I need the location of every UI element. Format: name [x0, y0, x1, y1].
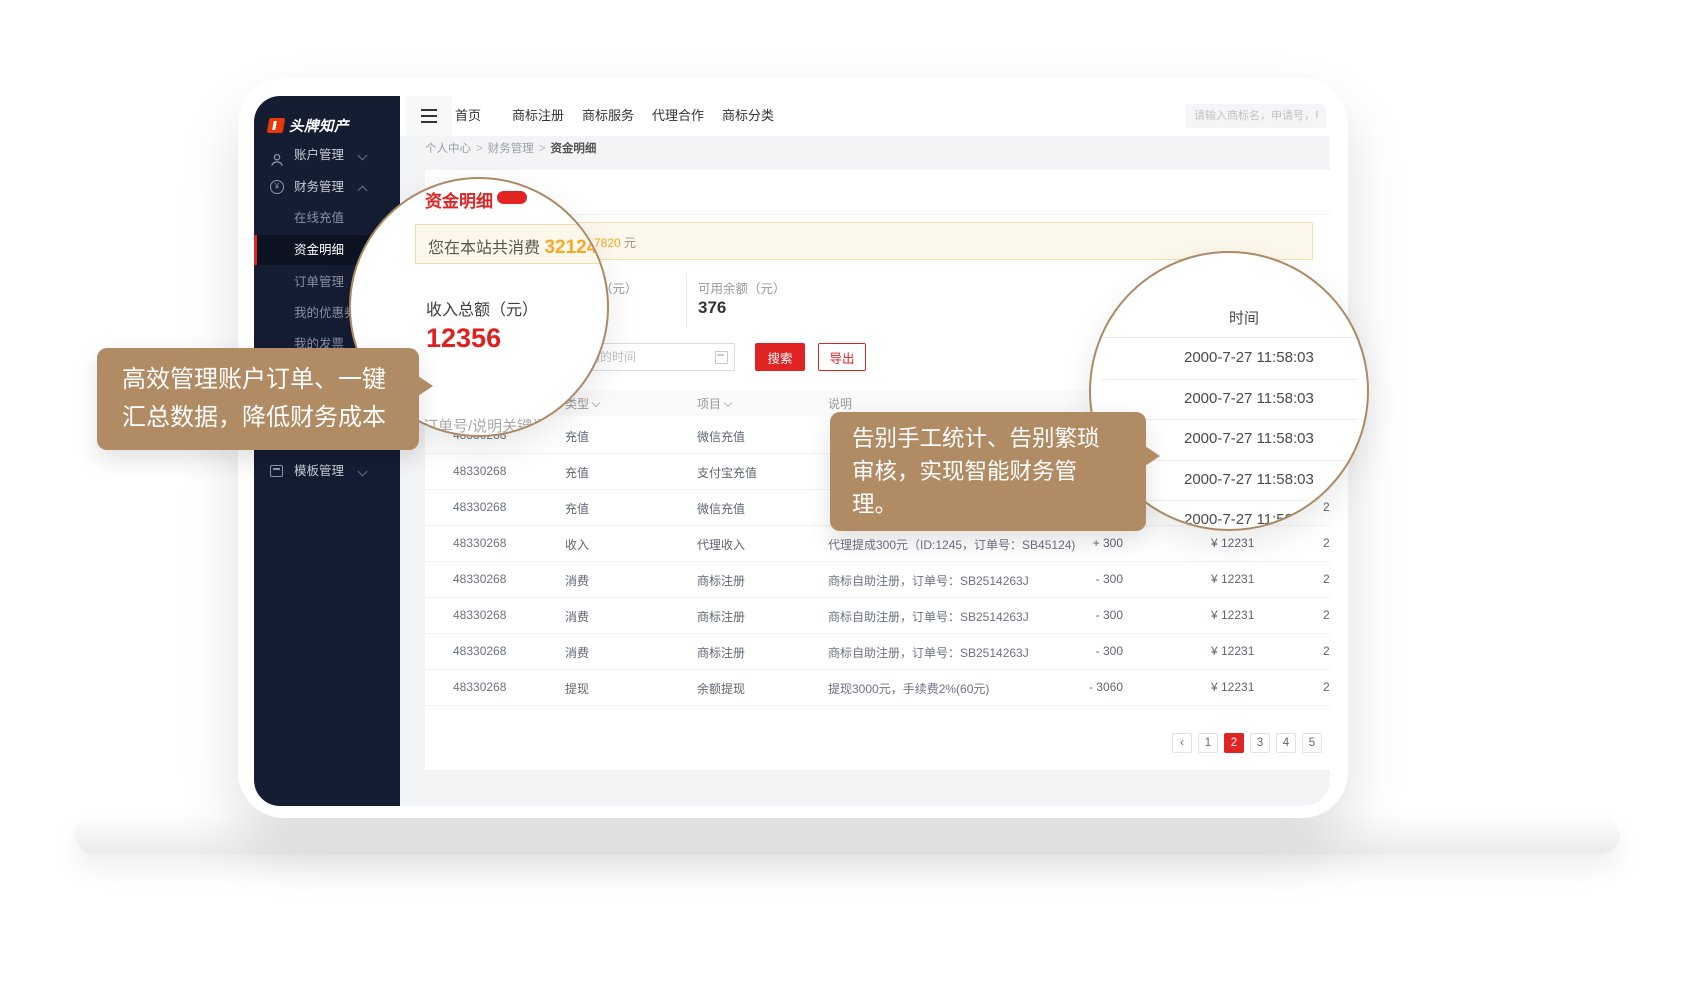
- chevron-down-icon: [358, 151, 368, 161]
- cell-time: 2000-7-27 11:58:03: [1323, 680, 1330, 694]
- breadcrumb-item[interactable]: 个人中心: [425, 143, 471, 155]
- pagination-page-3[interactable]: 3: [1250, 733, 1270, 753]
- nav-trademark-register[interactable]: 商标注册: [512, 96, 564, 136]
- pagination-page-2-active[interactable]: 2: [1224, 733, 1244, 753]
- callout-left: 高效管理账户订单、一键 汇总数据，降低财务成本: [97, 348, 419, 450]
- chevron-down-icon: [358, 467, 368, 477]
- table-row: 48330268 消费 商标注册 商标自助注册，订单号：SB2514263J -…: [425, 633, 1330, 670]
- tab-badge-fragment: [497, 191, 527, 204]
- menu-toggle-button[interactable]: [406, 96, 452, 136]
- breadcrumb: 个人中心>财务管理>资金明细: [400, 136, 1330, 163]
- stat-divider: [686, 274, 687, 328]
- available-balance-label: 可用余额（元）: [698, 278, 786, 297]
- magnified-order-header-fragment: 订单号/说明关键词: [423, 415, 547, 436]
- header-desc: 说明: [828, 395, 852, 412]
- cell-time: 2000-7-27 11:58:03: [1323, 500, 1330, 514]
- table-row: 48330268 消费 商标注册 商标自助注册，订单号：SB2514263J -…: [425, 597, 1330, 634]
- sidebar-item-templates[interactable]: 模板管理: [254, 456, 400, 486]
- search-button[interactable]: 搜索: [755, 343, 805, 371]
- brand-name: 头牌知产: [289, 115, 349, 136]
- pagination-page-1[interactable]: 1: [1198, 733, 1218, 753]
- nav-home[interactable]: 首页: [455, 96, 481, 136]
- breadcrumb-item[interactable]: 财务管理: [488, 143, 534, 155]
- sidebar-item-finance[interactable]: ¥ 财务管理: [254, 172, 400, 202]
- magnified-time: 2000-7-27 11:58:03: [1184, 430, 1314, 447]
- time-column-header: 时间: [1229, 307, 1259, 328]
- table-row: 48330268 消费 商标注册 商标自助注册，订单号：SB2514263J -…: [425, 561, 1330, 598]
- sidebar-item-label: 财务管理: [294, 172, 344, 202]
- row-divider: [1101, 337, 1357, 338]
- stage: 头牌知产 账户管理 ¥ 财务管理 在线充值 资金明细 订单管理: [0, 0, 1696, 1002]
- cell-time: 2000-7-27 11:58:03: [1323, 572, 1330, 586]
- available-balance-value: 376: [698, 298, 726, 318]
- income-total-label: 收入总额（元）: [426, 296, 538, 320]
- cell-time: 2000-7-27 11:58:03: [1323, 644, 1330, 658]
- pagination-page-4[interactable]: 4: [1276, 733, 1296, 753]
- magnified-tab-fragment: 资金明细: [425, 187, 493, 212]
- magnified-banner: 您在本站共消费 32124 元: [415, 224, 609, 264]
- sidebar: 头牌知产 账户管理 ¥ 财务管理 在线充值 资金明细 订单管理: [254, 96, 400, 806]
- filter-caret-icon[interactable]: [724, 399, 732, 407]
- pagination-prev[interactable]: ‹: [1172, 733, 1192, 753]
- header-project: 项目: [697, 395, 731, 412]
- hamburger-icon: [421, 121, 437, 123]
- hamburger-icon: [421, 115, 437, 117]
- nav-trademark-service[interactable]: 商标服务: [582, 96, 634, 136]
- trademark-search-input[interactable]: [1186, 104, 1326, 128]
- sidebar-item-label: 账户管理: [294, 140, 344, 170]
- finance-icon: ¥: [270, 180, 284, 194]
- magnified-time: 2000-7-27 11:58:03: [1184, 471, 1314, 488]
- brand-logo-icon: [267, 118, 286, 133]
- callout-right: 告别手工统计、告别繁琐 审核，实现智能财务管 理。: [830, 412, 1146, 531]
- row-divider: [1101, 379, 1357, 380]
- magnified-time: 2000-7-27 11:58:03: [1184, 511, 1314, 528]
- table-row: 48330268 提现 余额提现 提现3000元，手续费2%(60元) - 30…: [425, 669, 1330, 706]
- breadcrumb-current: 资金明细: [550, 143, 596, 155]
- export-button[interactable]: 导出: [818, 343, 866, 371]
- template-icon: [270, 465, 283, 477]
- chevron-up-icon: [358, 186, 368, 196]
- filter-caret-icon[interactable]: [592, 399, 600, 407]
- laptop-base: [75, 816, 1620, 854]
- magnified-time: 2000-7-27 11:58:03: [1184, 349, 1314, 366]
- user-icon: [270, 148, 284, 162]
- nav-trademark-category[interactable]: 商标分类: [722, 96, 774, 136]
- magnified-banner-text: 您在本站共消费 32124 元: [428, 234, 609, 259]
- brand-logo[interactable]: 头牌知产: [268, 112, 349, 138]
- income-total-value: 12356: [426, 323, 501, 354]
- calendar-icon[interactable]: [715, 351, 728, 364]
- cell-time: 2000-7-27 11:58:03: [1323, 536, 1330, 550]
- topbar: 首页 商标注册 商标服务 代理合作 商标分类: [400, 96, 1330, 137]
- hamburger-icon: [421, 109, 437, 111]
- nav-agent-cooperation[interactable]: 代理合作: [652, 96, 704, 136]
- pagination-page-5[interactable]: 5: [1302, 733, 1322, 753]
- cell-time: 2000-7-27 11:58:03: [1323, 608, 1330, 622]
- magnified-time: 2000-7-27 11:58:03: [1184, 390, 1314, 407]
- sidebar-item-account[interactable]: 账户管理: [254, 140, 400, 170]
